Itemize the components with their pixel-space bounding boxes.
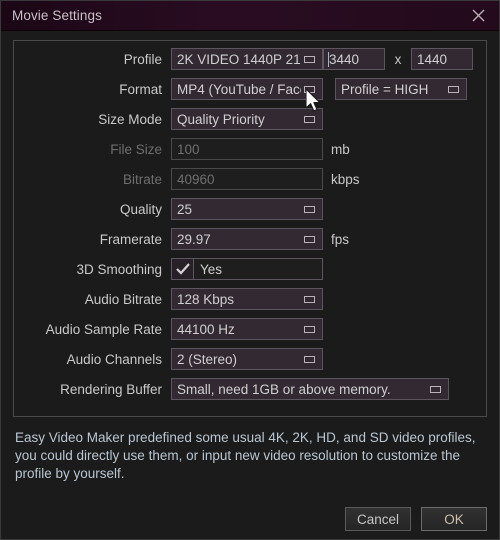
row-audio-sample-rate: Audio Sample Rate 44100 Hz xyxy=(13,314,487,344)
profile-dropdown[interactable]: 2K VIDEO 1440P 21:9 xyxy=(171,48,323,70)
label-format: Format xyxy=(119,81,162,97)
close-icon xyxy=(472,9,485,22)
label-framerate: Framerate xyxy=(99,231,162,247)
label-quality: Quality xyxy=(119,201,162,217)
audio-bitrate-dropdown[interactable]: 128 Kbps xyxy=(171,288,323,310)
row-bitrate: Bitrate 40960 kbps xyxy=(13,164,487,194)
format-profile-value: Profile = HIGH xyxy=(341,81,429,97)
row-size-mode: Size Mode Quality Priority xyxy=(13,104,487,134)
row-file-size: File Size 100 mb xyxy=(13,134,487,164)
chevron-down-icon xyxy=(301,205,317,213)
label-bitrate: Bitrate xyxy=(122,171,162,187)
close-button[interactable] xyxy=(463,1,493,30)
audio-channels-value: 2 (Stereo) xyxy=(177,351,238,367)
resolution-width-input[interactable]: 3440 xyxy=(323,48,385,70)
resolution-separator: x xyxy=(394,51,402,67)
chevron-down-icon xyxy=(445,85,461,93)
audio-channels-dropdown[interactable]: 2 (Stereo) xyxy=(171,348,323,370)
chevron-down-icon xyxy=(301,235,317,243)
label-size-mode: Size Mode xyxy=(98,111,162,127)
chevron-down-icon xyxy=(301,55,317,63)
framerate-unit: fps xyxy=(331,231,350,247)
row-audio-bitrate: Audio Bitrate 128 Kbps xyxy=(13,284,487,314)
row-quality: Quality 25 xyxy=(13,194,487,224)
smoothing-value: Yes xyxy=(200,261,223,277)
bitrate-value: 40960 xyxy=(177,171,215,187)
dialog-buttons: Cancel OK xyxy=(345,507,487,531)
resolution-width-value: 3440 xyxy=(329,51,360,67)
chevron-down-icon xyxy=(301,295,317,303)
rendering-buffer-dropdown[interactable]: Small, need 1GB or above memory. xyxy=(171,378,449,400)
chevron-down-icon xyxy=(301,115,317,123)
smoothing-checkbox-row[interactable]: Yes xyxy=(171,258,323,280)
row-profile: Profile 2K VIDEO 1440P 21:9 3440 x 1440 xyxy=(13,44,487,74)
file-size-unit: mb xyxy=(331,141,350,157)
resolution-height-value: 1440 xyxy=(417,51,448,67)
file-size-input: 100 xyxy=(171,138,323,160)
settings-form: Profile 2K VIDEO 1440P 21:9 3440 x 1440 … xyxy=(13,44,487,404)
dialog-body: Profile 2K VIDEO 1440P 21:9 3440 x 1440 … xyxy=(1,31,499,539)
framerate-value: 29.97 xyxy=(177,231,211,247)
rendering-buffer-value: Small, need 1GB or above memory. xyxy=(177,381,391,397)
row-format: Format MP4 (YouTube / Face Profile = HIG… xyxy=(13,74,487,104)
label-audio-sample-rate: Audio Sample Rate xyxy=(45,321,162,337)
label-rendering-buffer: Rendering Buffer xyxy=(60,381,162,397)
label-profile: Profile xyxy=(123,51,162,67)
cancel-button[interactable]: Cancel xyxy=(345,507,411,531)
help-text: Easy Video Maker predefined some usual 4… xyxy=(15,430,476,481)
row-3d-smoothing: 3D Smoothing Yes xyxy=(13,254,487,284)
format-value: MP4 (YouTube / Face xyxy=(177,81,301,97)
quality-dropdown[interactable]: 25 xyxy=(171,198,323,220)
file-size-value: 100 xyxy=(177,141,200,157)
size-mode-value: Quality Priority xyxy=(177,111,265,127)
audio-bitrate-value: 128 Kbps xyxy=(177,291,235,307)
text-caret xyxy=(328,52,329,67)
checkmark-icon[interactable] xyxy=(172,259,194,279)
label-file-size: File Size xyxy=(110,141,162,157)
profile-value: 2K VIDEO 1440P 21:9 xyxy=(177,51,301,67)
bitrate-input: 40960 xyxy=(171,168,323,190)
chevron-down-icon xyxy=(427,385,443,393)
window-title: Movie Settings xyxy=(12,8,102,23)
movie-settings-dialog: Movie Settings Profile 2K VIDEO 1440P 21… xyxy=(0,0,500,540)
bitrate-unit: kbps xyxy=(331,171,360,187)
format-profile-dropdown[interactable]: Profile = HIGH xyxy=(335,78,467,100)
size-mode-dropdown[interactable]: Quality Priority xyxy=(171,108,323,130)
ok-button[interactable]: OK xyxy=(421,507,487,531)
title-bar: Movie Settings xyxy=(1,1,499,31)
chevron-down-icon xyxy=(301,355,317,363)
quality-value: 25 xyxy=(177,201,193,217)
audio-sample-rate-value: 44100 Hz xyxy=(177,321,235,337)
row-framerate: Framerate 29.97 fps xyxy=(13,224,487,254)
row-rendering-buffer: Rendering Buffer Small, need 1GB or abov… xyxy=(13,374,487,404)
row-audio-channels: Audio Channels 2 (Stereo) xyxy=(13,344,487,374)
label-3d-smoothing: 3D Smoothing xyxy=(76,261,162,277)
resolution-height-input[interactable]: 1440 xyxy=(411,48,473,70)
audio-sample-rate-dropdown[interactable]: 44100 Hz xyxy=(171,318,323,340)
format-dropdown[interactable]: MP4 (YouTube / Face xyxy=(171,78,323,100)
label-audio-bitrate: Audio Bitrate xyxy=(84,291,162,307)
chevron-down-icon xyxy=(301,85,317,93)
framerate-dropdown[interactable]: 29.97 xyxy=(171,228,323,250)
chevron-down-icon xyxy=(301,325,317,333)
label-audio-channels: Audio Channels xyxy=(66,351,162,367)
